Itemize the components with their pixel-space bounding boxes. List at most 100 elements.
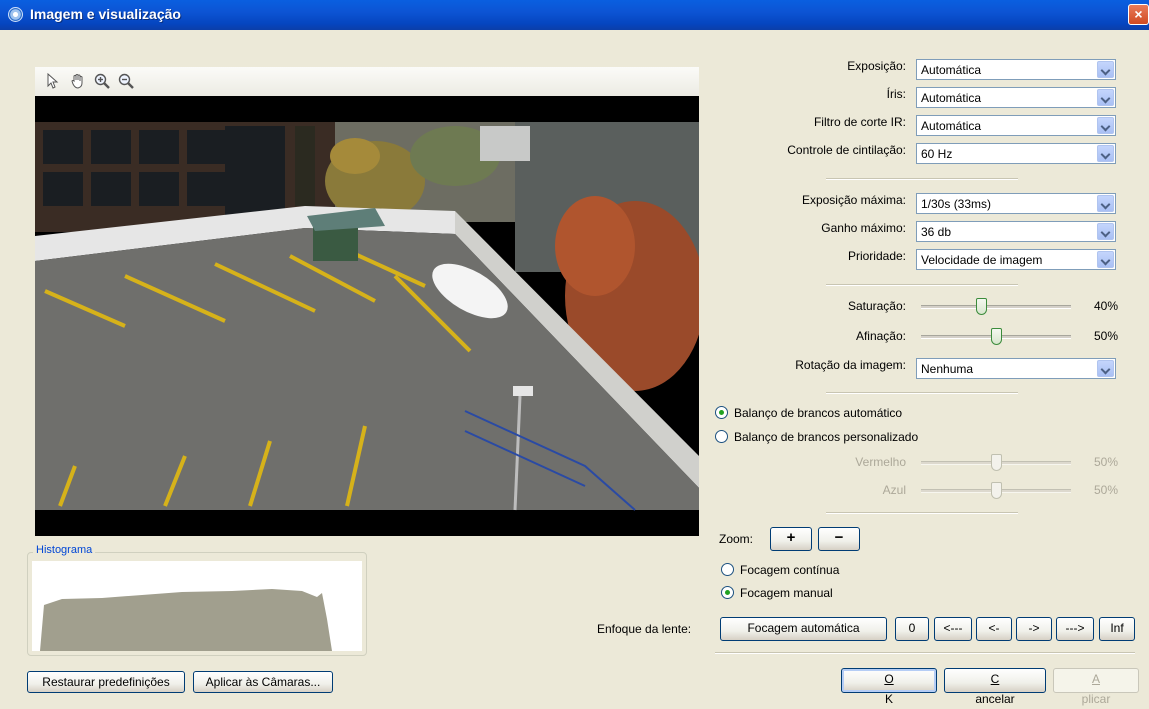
ok-label: K bbox=[884, 692, 893, 706]
priority-select[interactable]: Velocidade de imagem bbox=[916, 249, 1116, 270]
slider-track bbox=[921, 305, 1071, 309]
focus-step-far-right-button[interactable]: ---> bbox=[1056, 617, 1094, 641]
chevron-down-icon[interactable] bbox=[1097, 251, 1114, 268]
focus-continuous-radio[interactable]: Focagem contínua bbox=[721, 563, 839, 577]
cancel-button[interactable]: Cancelar bbox=[944, 668, 1046, 706]
chevron-down-icon[interactable] bbox=[1097, 145, 1114, 162]
wb-auto-label: Balanço de brancos automático bbox=[734, 406, 903, 420]
ir-filter-value: Automática bbox=[921, 119, 982, 133]
sharpness-value: 50% bbox=[1094, 329, 1119, 343]
flicker-label: Controle de cintilação: bbox=[787, 143, 906, 157]
focus-manual-radio[interactable]: Focagem manual bbox=[721, 586, 833, 600]
focus-step-label: <--- bbox=[943, 621, 963, 635]
minus-icon: − bbox=[834, 529, 844, 546]
chevron-down-icon[interactable] bbox=[1097, 360, 1114, 377]
radio-checked-icon[interactable] bbox=[715, 406, 728, 419]
wb-custom-label: Balanço de brancos personalizado bbox=[734, 430, 919, 444]
wb-custom-radio[interactable]: Balanço de brancos personalizado bbox=[715, 430, 918, 444]
iris-select[interactable]: Automática bbox=[916, 87, 1116, 108]
focus-manual-label: Focagem manual bbox=[740, 586, 833, 600]
focus-step-label: -> bbox=[1028, 621, 1040, 635]
chevron-down-icon[interactable] bbox=[1097, 223, 1114, 240]
radio-unchecked-icon[interactable] bbox=[715, 430, 728, 443]
ok-button[interactable]: OK bbox=[841, 668, 937, 706]
iris-label: Íris: bbox=[886, 87, 906, 101]
ok-mnemonic: O bbox=[884, 672, 894, 686]
autofocus-button[interactable]: Focagem automática bbox=[720, 617, 887, 641]
zoom-out-tool-icon[interactable] bbox=[117, 72, 135, 90]
image-preview-dialog: Imagem e visualização × Histograma Expos… bbox=[0, 0, 1149, 706]
separator bbox=[826, 512, 1018, 514]
pan-hand-tool-icon[interactable] bbox=[69, 72, 87, 90]
apply-label: plicar bbox=[1081, 692, 1111, 706]
chevron-down-icon[interactable] bbox=[1097, 61, 1114, 78]
preview-toolbar bbox=[35, 67, 699, 96]
max-gain-label: Ganho máximo: bbox=[821, 221, 906, 235]
sharpness-label: Afinação: bbox=[855, 329, 906, 343]
priority-label: Prioridade: bbox=[847, 249, 906, 263]
histogram-group: Histograma bbox=[27, 544, 367, 656]
plus-icon: + bbox=[786, 529, 796, 546]
focus-step-far-left-button[interactable]: <--- bbox=[934, 617, 972, 641]
max-exposure-value: 1/30s (33ms) bbox=[921, 197, 992, 211]
exposure-value: Automática bbox=[921, 63, 982, 77]
saturation-label: Saturação: bbox=[847, 299, 906, 313]
zoom-in-button[interactable]: + bbox=[770, 527, 812, 551]
focus-step-zero-button[interactable]: 0 bbox=[895, 617, 929, 641]
focus-step-label: ---> bbox=[1065, 621, 1085, 635]
exposure-select[interactable]: Automática bbox=[916, 59, 1116, 80]
rotation-select[interactable]: Nenhuma bbox=[916, 358, 1116, 379]
focus-continuous-label: Focagem contínua bbox=[740, 563, 840, 577]
rotation-label: Rotação da imagem: bbox=[795, 358, 906, 372]
apply-to-cameras-label: Aplicar às Câmaras... bbox=[205, 675, 321, 689]
wb-auto-radio[interactable]: Balanço de brancos automático bbox=[715, 406, 902, 420]
blue-slider[interactable] bbox=[921, 481, 1071, 501]
zoom-in-tool-icon[interactable] bbox=[93, 72, 111, 90]
focus-step-right-button[interactable]: -> bbox=[1016, 617, 1052, 641]
chevron-down-icon[interactable] bbox=[1097, 195, 1114, 212]
slider-thumb[interactable] bbox=[991, 482, 1002, 499]
camera-scene-image bbox=[35, 96, 699, 536]
flicker-value: 60 Hz bbox=[921, 147, 953, 161]
exposure-label: Exposição: bbox=[847, 59, 906, 73]
saturation-value: 40% bbox=[1094, 299, 1119, 313]
close-button[interactable]: × bbox=[1128, 4, 1149, 25]
ir-filter-label: Filtro de corte IR: bbox=[813, 115, 906, 129]
window-title: Imagem e visualização bbox=[30, 6, 181, 22]
priority-value: Velocidade de imagem bbox=[921, 253, 1043, 267]
blue-value: 50% bbox=[1094, 483, 1119, 497]
focus-step-infinity-button[interactable]: Inf bbox=[1099, 617, 1135, 641]
red-slider[interactable] bbox=[921, 453, 1071, 473]
apply-to-cameras-button[interactable]: Aplicar às Câmaras... bbox=[193, 671, 333, 693]
zoom-label: Zoom: bbox=[719, 532, 754, 546]
title-bar: Imagem e visualização × bbox=[0, 0, 1149, 30]
blue-label: Azul bbox=[882, 483, 906, 497]
slider-thumb[interactable] bbox=[991, 454, 1002, 471]
restore-defaults-label: Restaurar predefinições bbox=[42, 675, 170, 689]
radio-checked-icon[interactable] bbox=[721, 586, 734, 599]
chevron-down-icon[interactable] bbox=[1097, 89, 1114, 106]
slider-thumb[interactable] bbox=[976, 298, 987, 315]
max-gain-select[interactable]: 36 db bbox=[916, 221, 1116, 242]
iris-value: Automática bbox=[921, 91, 982, 105]
focus-step-label: <- bbox=[988, 621, 1000, 635]
zoom-out-button[interactable]: − bbox=[818, 527, 860, 551]
chevron-down-icon[interactable] bbox=[1097, 117, 1114, 134]
apply-mnemonic: A bbox=[1091, 672, 1100, 686]
pointer-tool-icon[interactable] bbox=[43, 72, 61, 90]
camera-video-preview[interactable] bbox=[35, 96, 699, 536]
flicker-select[interactable]: 60 Hz bbox=[916, 143, 1116, 164]
saturation-slider[interactable] bbox=[921, 297, 1071, 317]
focus-step-left-button[interactable]: <- bbox=[976, 617, 1012, 641]
radio-unchecked-icon[interactable] bbox=[721, 563, 734, 576]
histogram-graph bbox=[32, 589, 332, 651]
sharpness-slider[interactable] bbox=[921, 327, 1071, 347]
restore-defaults-button[interactable]: Restaurar predefinições bbox=[27, 671, 185, 693]
max-exposure-select[interactable]: 1/30s (33ms) bbox=[916, 193, 1116, 214]
ir-filter-select[interactable]: Automática bbox=[916, 115, 1116, 136]
apply-button[interactable]: Aplicar bbox=[1053, 668, 1139, 706]
lens-focus-label: Enfoque da lente: bbox=[597, 622, 692, 636]
separator bbox=[715, 652, 1135, 654]
slider-thumb[interactable] bbox=[991, 328, 1002, 345]
cancel-mnemonic: C bbox=[990, 672, 1000, 686]
